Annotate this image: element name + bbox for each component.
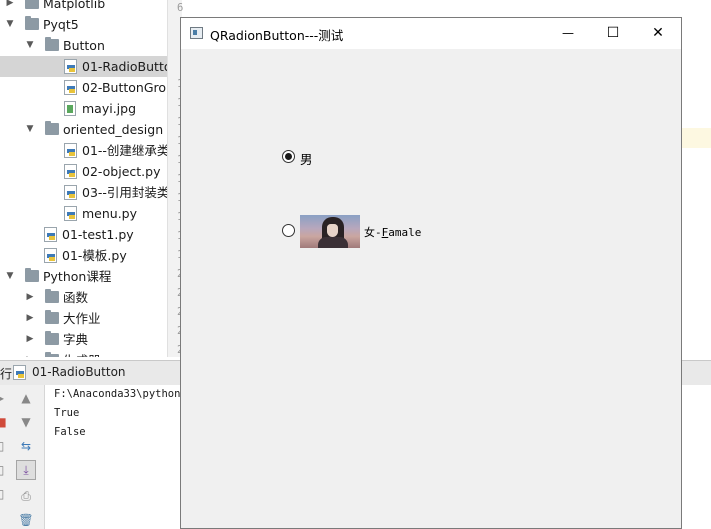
chevron-down-icon[interactable]: ▼ [24,35,36,56]
chevron-right-icon[interactable]: ▶ [24,329,36,350]
tree-item[interactable]: ▶ 函数 [0,287,167,308]
python-file-icon [64,164,77,179]
run-toolbar: ▲ ▼ ⇆ ⤓ ⎙ 🗑 ▸ ■ ▯ ▯ ▯ [0,385,45,529]
window-title: QRadionButton---测试 [210,28,344,43]
tree-item[interactable]: ▼ Button [0,35,167,56]
chevron-down-icon[interactable]: ▼ [4,266,16,287]
folder-icon [25,16,39,30]
folder-icon [25,268,39,282]
tree-item-label: Python课程 [43,269,112,284]
tree-item-label: 生成器 [63,350,101,357]
tree-item[interactable]: ▼ Pyqt5 [0,14,167,35]
arrow-down-icon[interactable]: ▼ [17,413,35,431]
python-file-icon [64,59,77,74]
folder-icon [45,37,59,51]
tree-item[interactable]: ▼ Python课程 [0,266,167,287]
tree-item-label: 03--引用封装类 [82,185,167,200]
tree-item-label: 大作业 [63,311,101,326]
chevron-right-icon[interactable]: ▶ [4,0,16,14]
tree-item[interactable]: ▶ 生成器 [0,350,167,357]
tree-item-label: 02-ButtonGrou [82,80,167,95]
folder-icon [45,121,59,135]
stop-icon[interactable]: ■ [0,413,10,431]
rerun-icon[interactable]: ▸ [0,389,10,407]
arrow-up-icon[interactable]: ▲ [17,389,35,407]
radio-female-image[interactable] [300,215,360,248]
tree-item-label: mayi.jpg [82,101,137,116]
folder-icon [25,0,39,9]
console-line: F:\Anaconda33\python. [54,388,187,400]
radio-male[interactable] [282,150,295,163]
tree-item-label: 函数 [63,290,89,305]
close-tab-icon[interactable]: ▯ [0,485,10,503]
close-icon[interactable]: ✕ [636,18,680,49]
console-line: True [54,407,80,419]
radio-female[interactable] [282,224,295,237]
tree-item[interactable]: 01-test1.py [0,224,167,245]
folder-icon [45,310,59,324]
console-line: False [54,426,86,438]
run-config-name[interactable]: 01-RadioButton [32,365,126,379]
tree-item[interactable]: menu.py [0,203,167,224]
chevron-down-icon[interactable]: ▼ [24,119,36,140]
folder-icon [45,331,59,345]
tree-item[interactable]: mayi.jpg [0,98,167,119]
image-file-icon [64,101,76,116]
project-tree: ▶ Matplotlib ▼ Pyqt5 ▼ Button 01-RadioButton.p… [0,0,167,357]
current-line-highlight [682,128,711,148]
scroll-to-end-icon[interactable]: ⤓ [16,460,36,480]
qt-window: QRadionButton---测试 — ☐ ✕ 男 女-Famale [180,17,682,529]
tree-item-label: oriented_design [63,122,164,137]
tree-item[interactable]: 01--创建继承类 [0,140,167,161]
python-file-icon [44,248,57,263]
tree-item[interactable]: ▶ 字典 [0,329,167,350]
tree-item-label: 01-模板.py [62,248,127,263]
maximize-icon[interactable]: ☐ [591,18,635,49]
tree-item[interactable]: 03--引用封装类 [0,182,167,203]
soft-wrap-icon[interactable]: ⇆ [17,437,35,455]
python-file-icon [64,206,77,221]
chevron-right-icon[interactable]: ▶ [24,287,36,308]
minimize-icon[interactable]: — [546,18,590,49]
trash-icon[interactable]: 🗑 [17,511,35,529]
radio-female-label[interactable]: 女-Famale [364,224,421,240]
tree-item-label: Pyqt5 [43,17,79,32]
tree-item-label: 字典 [63,332,89,347]
tree-item[interactable]: 02-ButtonGrou [0,77,167,98]
tree-item[interactable]: ▶ Matplotlib [0,0,167,14]
tree-item[interactable]: ▶ 大作业 [0,308,167,329]
restore-layout-icon[interactable]: ▯ [0,437,10,455]
tree-item[interactable]: 02-object.py [0,161,167,182]
tree-item-label: Button [63,38,105,53]
python-file-icon [64,143,77,158]
window-app-icon [190,27,203,39]
tree-item-label: menu.py [82,206,138,221]
folder-icon [45,352,59,357]
chevron-right-icon[interactable]: ▶ [24,350,36,357]
pin-icon[interactable]: ▯ [0,461,10,479]
python-file-icon [13,365,26,380]
python-file-icon [64,185,77,200]
chevron-right-icon[interactable]: ▶ [24,308,36,329]
tree-item[interactable]: ▼ oriented_design [0,119,167,140]
tree-item-label: Matplotlib [43,0,106,11]
print-icon[interactable]: ⎙ [17,487,35,505]
python-file-icon [44,227,57,242]
tree-item[interactable]: 01-模板.py [0,245,167,266]
radio-male-label[interactable]: 男 [300,149,313,168]
folder-icon [45,289,59,303]
python-file-icon [64,80,77,95]
tree-item-label: 01--创建继承类 [82,143,167,158]
run-label: 行 [0,367,13,381]
tree-item[interactable]: 01-RadioButton.p [0,56,167,77]
code-editor[interactable] [682,0,711,357]
line-number: 6 [177,2,184,14]
window-titlebar[interactable]: QRadionButton---测试 — ☐ ✕ [181,18,681,49]
tree-item-label: 02-object.py [82,164,161,179]
tree-item-label: 01-RadioButton.p [82,59,167,74]
tree-item-label: 01-test1.py [62,227,134,242]
chevron-down-icon[interactable]: ▼ [4,14,16,35]
